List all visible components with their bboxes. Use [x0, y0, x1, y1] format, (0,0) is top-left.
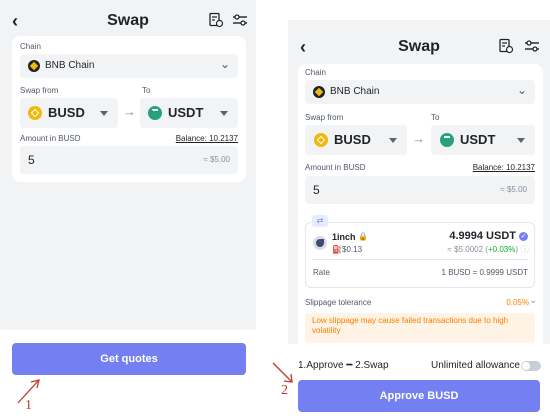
- gas-fee: $0.13: [342, 245, 363, 254]
- get-quotes-button[interactable]: Get quotes: [12, 343, 246, 375]
- swap-from-label: Swap from: [305, 113, 344, 122]
- slippage-value[interactable]: 0.05%: [506, 298, 529, 307]
- arrow-right-icon: →: [412, 131, 425, 146]
- to-token-select[interactable]: USDT: [431, 125, 535, 155]
- busd-icon: [28, 106, 42, 120]
- allowance-label: Unlimited allowance: [431, 360, 520, 371]
- to-label: To: [142, 86, 151, 95]
- gas-pump-icon: ⛽: [332, 245, 342, 254]
- to-token: USDT: [460, 132, 496, 147]
- annotation-step-1: 1: [25, 398, 32, 413]
- amount-input[interactable]: 5 ≈ $5.00: [20, 146, 238, 174]
- chain-select[interactable]: BNB Chain ⌄: [20, 54, 238, 78]
- unlimited-allowance-toggle[interactable]: [521, 361, 541, 371]
- to-label: To: [431, 113, 440, 122]
- swap-route-icon: ⇄: [312, 215, 328, 227]
- chain-value: BNB Chain: [45, 60, 95, 71]
- history-icon[interactable]: [208, 12, 224, 28]
- chain-value: BNB Chain: [330, 86, 380, 97]
- chevron-down-icon: ⌄: [219, 57, 230, 71]
- to-token: USDT: [168, 105, 204, 120]
- history-icon[interactable]: [498, 38, 514, 54]
- approve-button[interactable]: Approve BUSD: [298, 380, 540, 412]
- header: ‹ Swap: [0, 6, 256, 36]
- chevron-down-icon: ⌄: [516, 83, 527, 97]
- rate-label: Rate: [313, 268, 330, 277]
- usdt-icon: [440, 133, 454, 147]
- arrow-right-icon: →: [123, 104, 136, 119]
- amount-usd: ≈ $5.00: [500, 185, 527, 194]
- settings-sliders-icon[interactable]: [232, 12, 248, 28]
- slippage-warning: Low slippage may cause failed transactio…: [305, 313, 535, 343]
- 1inch-logo-icon: [313, 236, 327, 250]
- divider: [312, 259, 528, 260]
- swap-from-label: Swap from: [20, 86, 59, 95]
- bnb-chain-icon: [28, 60, 40, 72]
- rate-value: 1 BUSD = 0.9999 USDT: [441, 268, 528, 277]
- amount-label: Amount in BUSD: [305, 163, 366, 172]
- caret-down-icon: [220, 111, 228, 116]
- swap-form-card: Chain BNB Chain ⌄ Swap from To BUSD → US…: [12, 36, 246, 182]
- chain-label: Chain: [305, 68, 326, 77]
- settings-sliders-icon[interactable]: [524, 38, 540, 54]
- chain-select[interactable]: BNB Chain ⌄: [305, 80, 535, 104]
- quote-card[interactable]: ⇄ 1inch 🔒 ⛽ $0.13 4.9994 USDT ✓ ≈ $5.000…: [305, 215, 535, 288]
- to-token-select[interactable]: USDT: [140, 98, 238, 128]
- lock-icon: 🔒: [358, 232, 368, 241]
- verified-check-icon: ✓: [519, 232, 528, 241]
- amount-value: 5: [28, 153, 35, 167]
- header: ‹ Swap: [288, 32, 550, 62]
- from-token-select[interactable]: BUSD: [305, 125, 407, 155]
- busd-icon: [314, 133, 328, 147]
- quote-usd: ≈ $5.0002 (+0.03%): [447, 245, 518, 254]
- from-token: BUSD: [48, 105, 85, 120]
- caret-down-icon: [100, 111, 108, 116]
- slippage-label: Slippage tolerance: [305, 298, 372, 307]
- quote-amount: 4.9994 USDT: [449, 230, 516, 242]
- amount-label: Amount in BUSD: [20, 134, 81, 143]
- chevron-down-icon[interactable]: ⌄: [529, 295, 537, 306]
- balance-link[interactable]: Balance: 10.2137: [473, 163, 535, 173]
- steps-indicator: 1.Approve ━ 2.Swap: [298, 360, 389, 371]
- bnb-chain-icon: [313, 86, 325, 98]
- chain-label: Chain: [20, 42, 41, 51]
- amount-value: 5: [313, 183, 320, 197]
- caret-down-icon: [517, 138, 525, 143]
- balance-link[interactable]: Balance: 10.2137: [176, 134, 238, 144]
- amount-input[interactable]: 5 ≈ $5.00: [305, 176, 535, 204]
- caret-down-icon: [389, 138, 397, 143]
- annotation-step-2: 2: [281, 383, 288, 398]
- provider-name: 1inch: [332, 232, 356, 242]
- amount-usd: ≈ $5.00: [203, 155, 230, 164]
- swap-screen-step1: ‹ Swap Chain BNB Chain ⌄ Swap from To BU…: [0, 0, 256, 420]
- info-icon[interactable]: ⓘ: [521, 244, 529, 255]
- usdt-icon: [148, 106, 162, 120]
- swap-screen-step2: ‹ Swap Chain BNB Chain ⌄ Swap from To BU…: [288, 20, 550, 420]
- quote-delta: +0.03%: [487, 245, 516, 254]
- from-token: BUSD: [334, 132, 371, 147]
- from-token-select[interactable]: BUSD: [20, 98, 118, 128]
